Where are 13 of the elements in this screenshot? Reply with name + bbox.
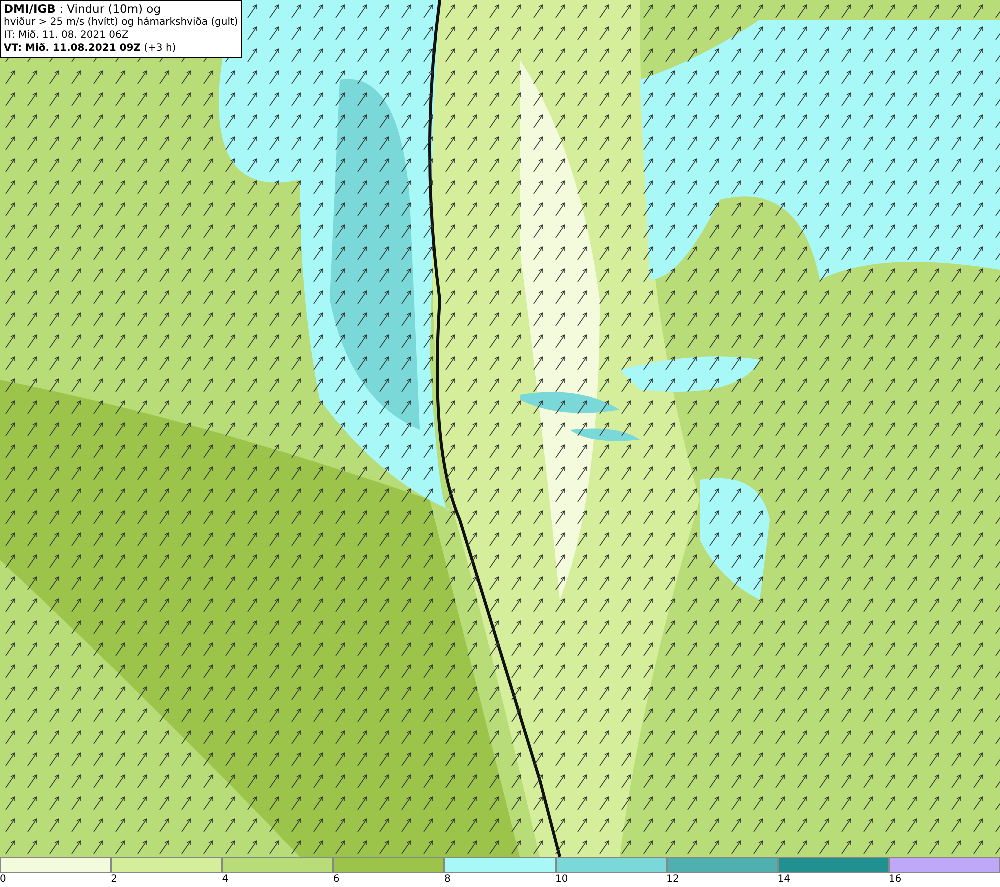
- legend-label: 8: [444, 873, 451, 886]
- legend-label: 10: [556, 873, 568, 886]
- legend-label: 16: [888, 873, 902, 886]
- caption-line: DMI/IGB : Vindur (10m) og: [4, 3, 162, 16]
- caption-line: VT: Mið. 11.08.2021 09Z (+3 h): [4, 42, 178, 55]
- legend-label: 6: [333, 873, 340, 886]
- legend-label: 12: [666, 873, 680, 886]
- caption-line: hviður > 25 m/s (hvítt) og hámarkshviða (gult): [4, 16, 238, 29]
- legend-label: 14: [778, 873, 790, 886]
- caption-line: IT: Mið. 11. 08. 2021 06Z: [4, 29, 130, 42]
- legend-label: 0: [0, 873, 6, 886]
- legend-label: 4: [222, 873, 229, 886]
- legend-label: 2: [111, 873, 118, 886]
